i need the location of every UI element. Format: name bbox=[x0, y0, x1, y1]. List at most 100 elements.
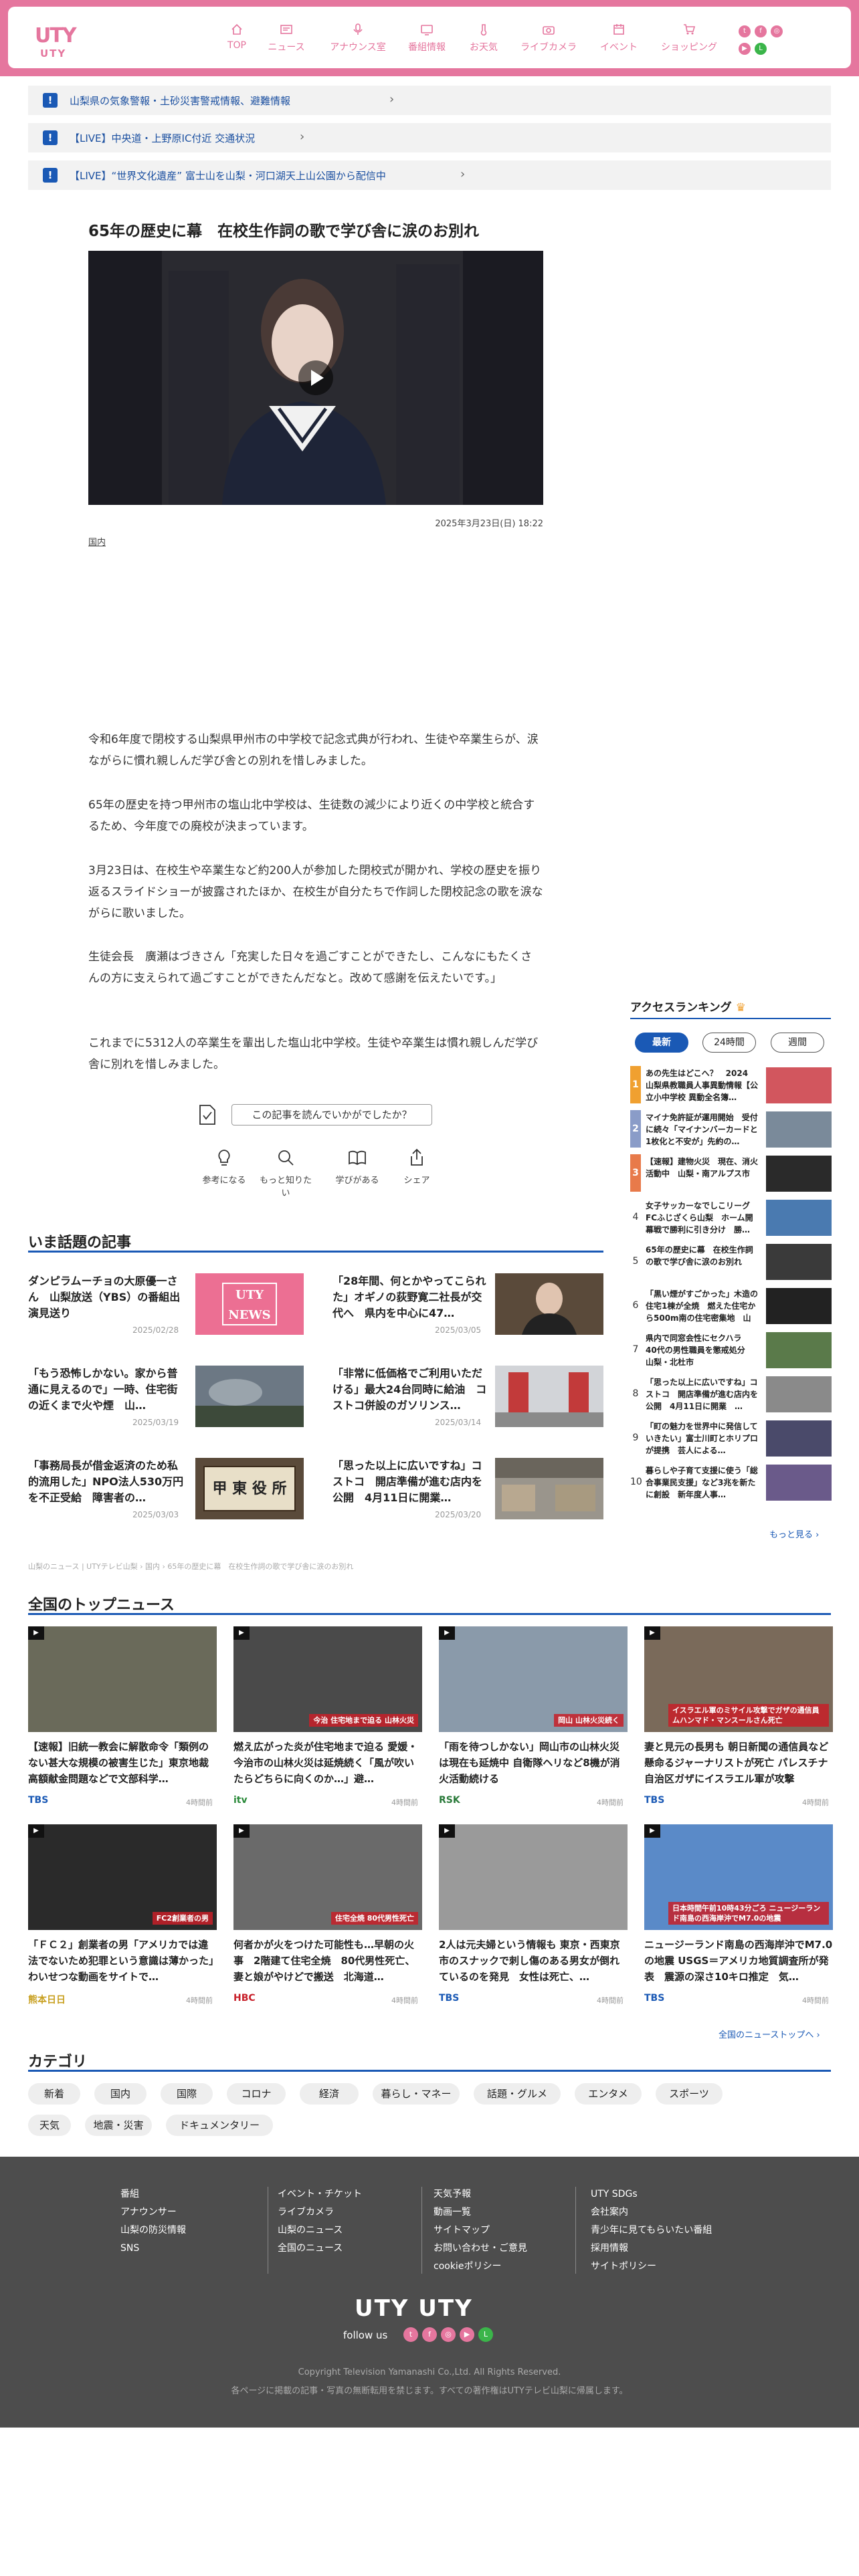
twitter-icon[interactable]: t bbox=[739, 25, 751, 37]
video-player[interactable] bbox=[88, 251, 543, 505]
rank-thumbnail[interactable] bbox=[766, 1288, 832, 1324]
footer-link[interactable]: サイトポリシー bbox=[591, 2258, 656, 2276]
category-pill[interactable]: スポーツ bbox=[656, 2083, 723, 2105]
news-title[interactable]: 妻と見元の長男も 朝日新聞の通信員など懸命るジャーナリストが死亡 パレスチナ自治… bbox=[644, 1739, 833, 1787]
nav-announce[interactable]: アナウンス室 bbox=[326, 23, 390, 58]
footer-link[interactable]: 会社案内 bbox=[591, 2204, 628, 2222]
instagram-icon[interactable]: ◎ bbox=[441, 2327, 456, 2342]
reaction-learn-button[interactable]: 学びがある bbox=[330, 1148, 384, 1186]
facebook-icon[interactable]: f bbox=[422, 2327, 437, 2342]
instagram-icon[interactable]: ◎ bbox=[771, 25, 783, 37]
nav-events[interactable]: イベント bbox=[595, 23, 642, 58]
rank-thumbnail[interactable] bbox=[766, 1376, 832, 1412]
rank-thumbnail[interactable] bbox=[766, 1465, 832, 1501]
category-pill[interactable]: 経済 bbox=[300, 2083, 359, 2105]
rank-title[interactable]: マイナ免許証が運用開始 受付に続々「マイナンバーカードと1枚化と不安が」先約の… bbox=[646, 1111, 761, 1148]
nav-news[interactable]: ニュース bbox=[263, 23, 310, 58]
line-icon[interactable]: L bbox=[755, 43, 767, 55]
article-card-thumbnail[interactable]: UTY NEWS bbox=[195, 1273, 304, 1335]
share-button[interactable]: シェア bbox=[390, 1148, 444, 1186]
rank-title[interactable]: 「思った以上に広いですね」コストコ 開店準備が進む店内を公開 4月11日に開業 … bbox=[646, 1376, 761, 1412]
footer-link[interactable]: 番組 bbox=[120, 2185, 139, 2204]
nav-programs[interactable]: 番組情報 bbox=[403, 23, 450, 58]
rank-thumbnail[interactable] bbox=[766, 1111, 832, 1148]
news-thumbnail[interactable]: ▶ 日本時間午前10時43分ごろ ニュージーランド南島の西海岸沖でM7.0の地震 bbox=[644, 1824, 833, 1930]
footer-link[interactable]: 採用情報 bbox=[591, 2240, 628, 2258]
rank-title[interactable]: 【速報】建物火災 現在、消火活動中 山梨・南アルプス市 bbox=[646, 1156, 761, 1192]
footer-link[interactable]: 山梨のニュース bbox=[278, 2222, 343, 2240]
article-category[interactable]: 国内 bbox=[88, 535, 106, 548]
footer-link[interactable]: イベント・チケット bbox=[278, 2185, 362, 2204]
rank-title[interactable]: 「町の魅力を世界中に発信していきたい」富士川町とホリプロが提携 芸人による… bbox=[646, 1420, 761, 1457]
category-pill[interactable]: ドキュメンタリー bbox=[166, 2115, 273, 2136]
footer-link[interactable]: ライブカメラ bbox=[278, 2204, 334, 2222]
article-card-title[interactable]: 「非常に低価格でご利用いただける」最大24台同時に給油 コストコ併設のガソリンス… bbox=[332, 1366, 490, 1414]
news-title[interactable]: ニュージーランド南島の西海岸沖でM7.0の地震 USGS＝アメリカ地質調査所が発… bbox=[644, 1937, 833, 1985]
breadcrumb[interactable]: 山梨のニュース | UTYテレビ山梨 › 国内 › 65年の歴史に幕 在校生作詞… bbox=[28, 1561, 353, 1572]
alert-banner[interactable]: ! 【LIVE】“世界文化遺産” 富士山を山梨・河口湖天上山公園から配信中 › bbox=[28, 160, 831, 190]
news-title[interactable]: 2人は元夫婦という情報も 東京・西東京市のスナックで刺し傷のある男女が倒れている… bbox=[439, 1937, 628, 1985]
alert-banner[interactable]: ! 【LIVE】中央道・上野原IC付近 交通状況 › bbox=[28, 123, 831, 152]
reaction-helpful-button[interactable]: 参考になる bbox=[197, 1148, 251, 1186]
rank-thumbnail[interactable] bbox=[766, 1067, 832, 1103]
rank-title[interactable]: 65年の歴史に幕 在校生作詞の歌で学び舎に涙のお別れ bbox=[646, 1244, 761, 1280]
category-pill[interactable]: コロナ bbox=[227, 2083, 286, 2105]
top-news-more-link[interactable]: 全国のニューストップへ › bbox=[719, 2028, 820, 2040]
rank-title[interactable]: 暮らしや子育て支援に使う「総合事業民支援」など3兆を新たに創設 新年度人事… bbox=[646, 1465, 761, 1501]
category-pill[interactable]: 国内 bbox=[94, 2083, 147, 2105]
ranking-more-link[interactable]: もっと見る › bbox=[769, 1527, 819, 1540]
news-title[interactable]: 「雨を待つしかない」岡山市の山林火災は現在も延焼中 自衛隊ヘリなど8機が消火活動… bbox=[439, 1739, 628, 1787]
article-card-thumbnail[interactable] bbox=[495, 1273, 603, 1335]
footer-link[interactable]: サイトマップ bbox=[434, 2222, 490, 2240]
news-thumbnail[interactable]: ▶ イスラエル軍のミサイル攻撃でガザの通信員ムハンマド・マンスールさん死亡 bbox=[644, 1626, 833, 1732]
article-card-title[interactable]: 「思った以上に広いですね」コストコ 開店準備が進む店内を公開 4月11日に開業… bbox=[332, 1458, 490, 1506]
footer-link[interactable]: cookieポリシー bbox=[434, 2258, 501, 2276]
category-pill[interactable]: 話題・グルメ bbox=[474, 2083, 561, 2105]
category-pill[interactable]: 地震・災害 bbox=[85, 2115, 152, 2136]
rank-thumbnail[interactable] bbox=[766, 1332, 832, 1368]
tab-weekly[interactable]: 週間 bbox=[771, 1033, 824, 1053]
footer-link[interactable]: 山梨の防災情報 bbox=[120, 2222, 186, 2240]
footer-link[interactable]: 青少年に見てもらいたい番組 bbox=[591, 2222, 712, 2240]
youtube-icon[interactable]: ▶ bbox=[739, 43, 751, 55]
article-card-title[interactable]: 「28年間、何とかやってこられた」オギノの荻野寛二社長が交代へ 県内を中心に47… bbox=[332, 1273, 490, 1321]
footer-link[interactable]: アナウンサー bbox=[120, 2204, 177, 2222]
twitter-icon[interactable]: t bbox=[403, 2327, 418, 2342]
youtube-icon[interactable]: ▶ bbox=[460, 2327, 474, 2342]
news-thumbnail[interactable]: ▶ 岡山 山林火災続く bbox=[439, 1626, 628, 1732]
category-pill[interactable]: 新着 bbox=[28, 2083, 80, 2105]
news-thumbnail[interactable]: ▶ FC2創業者の男 bbox=[28, 1824, 217, 1930]
news-thumbnail[interactable]: ▶ 住宅全焼 80代男性死亡 bbox=[233, 1824, 422, 1930]
footer-link[interactable]: 動画一覧 bbox=[434, 2204, 471, 2222]
news-thumbnail[interactable]: ▶ bbox=[28, 1626, 217, 1732]
site-logo[interactable]: UTY UTY bbox=[33, 24, 87, 62]
line-icon[interactable]: L bbox=[478, 2327, 493, 2342]
rank-thumbnail[interactable] bbox=[766, 1420, 832, 1457]
article-card-title[interactable]: 「もう恐怖しかない。家から普通に見えるので」一時、住宅街の近くまで火や煙 山… bbox=[28, 1366, 185, 1414]
news-thumbnail[interactable]: ▶ 今治 住宅地まで迫る 山林火災 bbox=[233, 1626, 422, 1732]
reaction-more-button[interactable]: もっと知りたい bbox=[259, 1148, 312, 1198]
rank-title[interactable]: 女子サッカーなでしこリーグFCふじざくら山梨 ホーム開幕戦で勝利に引き分け 勝… bbox=[646, 1200, 761, 1236]
facebook-icon[interactable]: f bbox=[755, 25, 767, 37]
rank-title[interactable]: 県内で同窓会性にセクハラ 40代の男性職員を懲戒処分 山梨・北杜市 bbox=[646, 1332, 761, 1368]
footer-link[interactable]: 天気予報 bbox=[434, 2185, 471, 2204]
footer-link[interactable]: お問い合わせ・ご意見 bbox=[434, 2240, 527, 2258]
news-title[interactable]: 燃え広がった炎が住宅地まで迫る 愛媛・今治市の山林火災は延焼続く「風が吹いたらど… bbox=[233, 1739, 422, 1787]
footer-link[interactable]: SNS bbox=[120, 2240, 139, 2258]
article-card-title[interactable]: 「事務局長が借金返済のため私的流用した」NPO法人530万円を不正受給 障害者の… bbox=[28, 1458, 185, 1506]
category-pill[interactable]: 暮らし・マネー bbox=[373, 2083, 460, 2105]
category-pill[interactable]: 天気 bbox=[28, 2115, 71, 2136]
article-card-thumbnail[interactable] bbox=[495, 1458, 603, 1519]
news-title[interactable]: 何者かが火をつけた可能性も…早朝の火事 2階建て住宅全焼 80代男性死亡、妻と娘… bbox=[233, 1937, 422, 1985]
rank-title[interactable]: 「黒い煙がすごかった」木造の住宅1棟が全焼 燃えた住宅から500m南の住宅密集地… bbox=[646, 1288, 761, 1324]
footer-logo[interactable]: UTY UTY bbox=[355, 2295, 473, 2322]
rank-title[interactable]: あの先生はどこへ？ 2024 山梨県教職員人事異動情報【公立小中学校 異動全名簿… bbox=[646, 1067, 761, 1103]
tab-latest[interactable]: 最新 bbox=[635, 1033, 688, 1053]
article-card-thumbnail[interactable]: 甲 東 役 所 bbox=[195, 1458, 304, 1519]
rank-thumbnail[interactable] bbox=[766, 1200, 832, 1236]
rank-thumbnail[interactable] bbox=[766, 1156, 832, 1192]
article-card-thumbnail[interactable] bbox=[195, 1366, 304, 1427]
footer-link[interactable]: 全国のニュース bbox=[278, 2240, 343, 2258]
article-card-thumbnail[interactable] bbox=[495, 1366, 603, 1427]
news-thumbnail[interactable]: ▶ bbox=[439, 1824, 628, 1930]
